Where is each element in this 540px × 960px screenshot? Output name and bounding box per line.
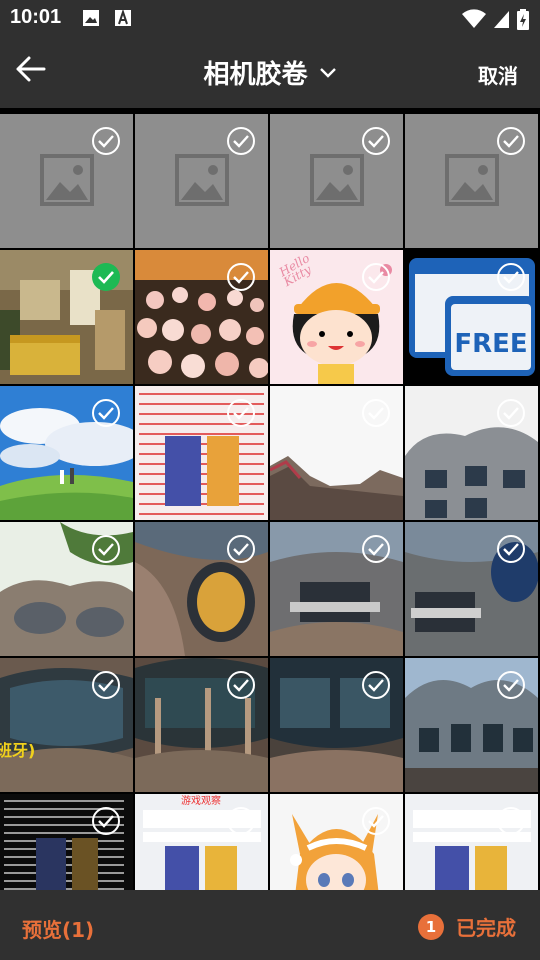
select-circle-icon[interactable] [91,806,121,836]
photo-thumbnail[interactable] [135,250,268,384]
image-notification-icon [83,10,99,26]
select-circle-icon[interactable] [226,126,256,156]
signal-icon [494,11,509,28]
photo-placeholder[interactable] [405,114,538,248]
select-circle-icon[interactable] [226,398,256,428]
select-circle-icon[interactable] [496,670,526,700]
photo-thumbnail[interactable] [270,522,403,656]
select-circle-icon[interactable] [496,126,526,156]
select-circle-icon[interactable] [496,262,526,292]
bottom-bar: 预览(1) 1 已完成 [0,890,540,960]
select-circle-icon[interactable] [496,398,526,428]
select-circle-icon[interactable] [91,670,121,700]
photo-grid[interactable]: Hello Kitty FREE 班牙) 游戏观察 [0,108,540,890]
photo-thumbnail[interactable] [405,794,538,890]
select-circle-icon[interactable] [496,806,526,836]
photo-thumbnail[interactable]: FREE [405,250,538,384]
select-circle-icon[interactable] [361,534,391,564]
select-circle-icon[interactable] [226,670,256,700]
select-circle-icon[interactable] [226,262,256,292]
photo-thumbnail[interactable] [270,794,403,890]
select-circle-icon[interactable] [361,806,391,836]
toolbar: 相机胶卷 取消 [0,36,540,108]
photo-thumbnail[interactable] [135,658,268,792]
select-circle-icon[interactable] [91,534,121,564]
photo-thumbnail[interactable]: 游戏观察 [135,794,268,890]
free-label: FREE [454,329,527,359]
photo-thumbnail[interactable] [405,522,538,656]
image-placeholder-icon [175,154,229,206]
photo-thumbnail[interactable] [405,386,538,520]
grid-row [0,114,540,250]
done-button[interactable]: 已完成 [456,912,516,941]
photo-placeholder[interactable] [135,114,268,248]
status-time: 10:01 [10,6,62,28]
watermark-caption: 游戏观察 [181,794,221,807]
photo-thumbnail[interactable] [270,658,403,792]
a-notification-icon [115,9,131,26]
chevron-down-icon [319,67,336,78]
photo-thumbnail[interactable] [135,386,268,520]
select-circle-icon[interactable] [91,398,121,428]
status-bar: 10:01 [0,0,540,36]
preview-button[interactable]: 预览(1) [22,914,94,943]
select-circle-icon[interactable] [361,262,391,292]
album-title: 相机胶卷 [203,60,308,90]
photo-thumbnail[interactable] [135,522,268,656]
select-circle-icon[interactable] [496,534,526,564]
photo-thumbnail[interactable] [0,522,133,656]
photo-thumbnail[interactable]: 班牙) [0,658,133,792]
image-placeholder-icon [40,154,94,206]
album-selector[interactable]: 相机胶卷 [0,54,540,91]
wifi-icon [462,9,486,28]
photo-thumbnail[interactable] [405,658,538,792]
image-placeholder-icon [445,154,499,206]
grid-row: 班牙) [0,658,540,794]
selected-count-badge: 1 [418,914,444,940]
selected-check-icon[interactable] [91,262,121,292]
photo-thumbnail[interactable] [0,386,133,520]
select-circle-icon[interactable] [361,398,391,428]
photo-thumbnail[interactable] [270,386,403,520]
photo-thumbnail[interactable]: Hello Kitty [270,250,403,384]
image-placeholder-icon [310,154,364,206]
select-circle-icon[interactable] [226,534,256,564]
photo-placeholder[interactable] [270,114,403,248]
spanish-caption: 班牙) [0,741,35,760]
select-circle-icon[interactable] [361,670,391,700]
grid-row [0,522,540,658]
select-circle-icon[interactable] [91,126,121,156]
photo-thumbnail[interactable] [0,250,133,384]
grid-row: Hello Kitty FREE [0,250,540,386]
cancel-button[interactable]: 取消 [478,60,518,89]
photo-thumbnail[interactable] [0,794,133,890]
select-circle-icon[interactable] [226,806,256,836]
photo-placeholder[interactable] [0,114,133,248]
grid-row: 游戏观察 [0,794,540,890]
grid-row [0,386,540,522]
battery-charging-icon [517,9,529,30]
select-circle-icon[interactable] [361,126,391,156]
